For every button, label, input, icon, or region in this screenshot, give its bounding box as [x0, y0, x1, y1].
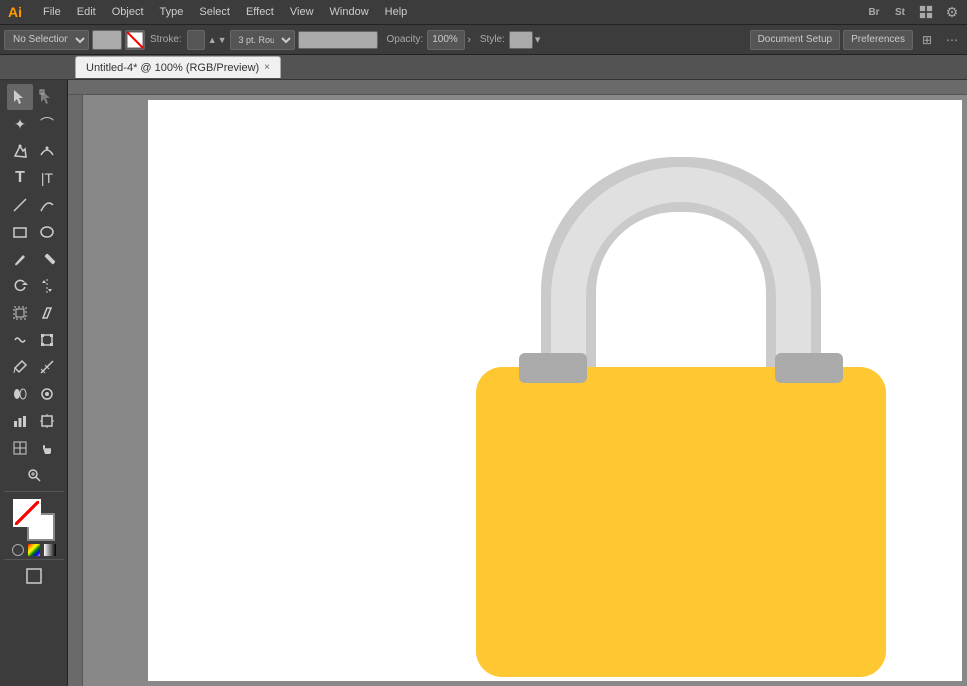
stroke-type-dropdown[interactable]: 3 pt. Round [230, 30, 295, 50]
vertical-type-tool[interactable]: |T [34, 165, 60, 191]
stock-icon[interactable]: St [889, 1, 911, 23]
column-graph-tool[interactable] [7, 408, 33, 434]
curvature-tool[interactable] [34, 138, 60, 164]
workspace-icon[interactable] [915, 1, 937, 23]
arc-tool[interactable] [34, 192, 60, 218]
tab-bar: Untitled-4* @ 100% (RGB/Preview) × [0, 55, 967, 80]
pen-tool[interactable] [7, 138, 33, 164]
direct-selection-tool[interactable] [34, 84, 60, 110]
none-color[interactable] [12, 544, 24, 556]
selection-tool[interactable] [7, 84, 33, 110]
warp-tool[interactable] [7, 327, 33, 353]
color-mode[interactable] [28, 544, 40, 556]
lock-collar-left [519, 353, 587, 383]
line-tool[interactable] [7, 192, 33, 218]
style-arrow[interactable]: ▾ [535, 33, 541, 46]
canvas-content [83, 95, 967, 686]
menu-bar: Ai File Edit Object Type Select Effect V… [0, 0, 967, 25]
lock-illustration [471, 157, 891, 677]
ellipse-tool[interactable] [34, 219, 60, 245]
magic-wand-tool[interactable]: ✦ [7, 111, 33, 137]
stroke-label: Stroke: [148, 34, 184, 45]
color-controls [12, 499, 56, 556]
stroke-up-arrow[interactable]: ▲ [208, 35, 217, 45]
menu-window[interactable]: Window [323, 4, 376, 20]
style-label: Style: [478, 34, 507, 45]
slice-tool[interactable] [7, 435, 33, 461]
lasso-tool[interactable]: ⌒ [34, 111, 60, 137]
stroke-preview [298, 31, 378, 49]
zoom-tool[interactable] [21, 462, 47, 488]
menu-file[interactable]: File [36, 4, 68, 20]
bridge-icon[interactable]: Br [863, 1, 885, 23]
stroke-value[interactable] [187, 30, 205, 50]
change-screen-mode[interactable] [21, 563, 47, 589]
paintbrush-tool[interactable] [7, 246, 33, 272]
free-transform-tool[interactable] [34, 327, 60, 353]
tools-panel: ✦ ⌒ T |T [0, 80, 68, 686]
arrange-icon[interactable]: ⊞ [916, 29, 938, 51]
menu-object[interactable]: Object [105, 4, 151, 20]
search-menu-icon[interactable]: ⚙ [941, 1, 963, 23]
menu-effect[interactable]: Effect [239, 4, 281, 20]
tab-close-button[interactable]: × [264, 62, 270, 73]
symbol-sprayer-tool[interactable] [34, 381, 60, 407]
selection-dropdown[interactable]: No Selection [4, 30, 89, 50]
menu-edit[interactable]: Edit [70, 4, 103, 20]
opacity-label: Opacity: [385, 34, 426, 45]
tab-title: Untitled-4* @ 100% (RGB/Preview) [86, 62, 259, 74]
menu-type[interactable]: Type [153, 4, 191, 20]
gradient-mode[interactable] [44, 544, 56, 556]
stroke-swatch[interactable] [125, 30, 145, 50]
hand-tool[interactable] [34, 435, 60, 461]
app-logo: Ai [4, 4, 26, 20]
eyedropper-tool[interactable] [7, 354, 33, 380]
type-tool[interactable]: T [7, 165, 33, 191]
stroke-down-arrow[interactable]: ▼ [218, 35, 227, 45]
more-icon[interactable]: ⋯ [941, 29, 963, 51]
document-setup-button[interactable]: Document Setup [750, 30, 841, 50]
opacity-value[interactable] [427, 30, 465, 50]
options-toolbar: No Selection Stroke: ▲ ▼ 3 pt. Round Opa… [0, 25, 967, 55]
artboard [148, 100, 962, 681]
vertical-ruler [68, 95, 83, 686]
fill-stroke-squares[interactable] [13, 499, 55, 541]
canvas-area [68, 80, 967, 686]
fill-swatch[interactable] [92, 30, 122, 50]
rectangle-tool[interactable] [7, 219, 33, 245]
shear-tool[interactable] [34, 300, 60, 326]
main-layout: ✦ ⌒ T |T [0, 80, 967, 686]
fill-color-box[interactable] [13, 499, 41, 527]
style-swatch [509, 31, 533, 49]
reflect-tool[interactable] [34, 273, 60, 299]
artboard-tool[interactable] [34, 408, 60, 434]
scale-tool[interactable] [7, 300, 33, 326]
menu-view[interactable]: View [283, 4, 321, 20]
preferences-button[interactable]: Preferences [843, 30, 913, 50]
lock-body [476, 367, 886, 677]
menu-select[interactable]: Select [192, 4, 237, 20]
opacity-arrow[interactable]: › [467, 34, 471, 46]
blend-tool[interactable] [7, 381, 33, 407]
horizontal-ruler [68, 80, 967, 95]
lock-collar-right [775, 353, 843, 383]
document-tab[interactable]: Untitled-4* @ 100% (RGB/Preview) × [75, 56, 281, 78]
rotate-tool[interactable] [7, 273, 33, 299]
measure-tool[interactable] [34, 354, 60, 380]
pencil-tool[interactable] [34, 246, 60, 272]
menu-help[interactable]: Help [378, 4, 415, 20]
